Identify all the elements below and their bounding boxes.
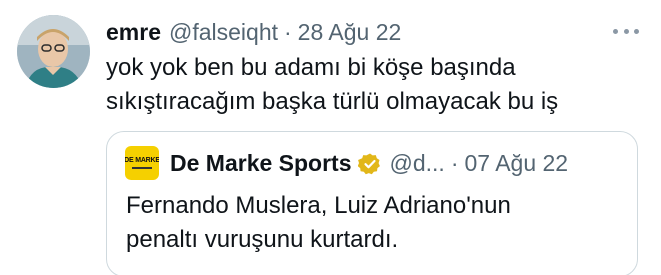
more-horizontal-icon[interactable]	[613, 26, 639, 36]
tweet-card[interactable]: emre @falseiqht · 28 Ağu 22 yok yok ben …	[0, 0, 661, 275]
user-avatar[interactable]	[17, 15, 90, 88]
separator-dot: ·	[284, 19, 292, 45]
quoted-tweet-text: Fernando Muslera, Luiz Adriano'nun penal…	[126, 189, 626, 257]
quoted-tweet[interactable]: DE MARKE De Marke Sports @d... · 07 Ağu …	[106, 131, 638, 275]
quoted-author-avatar[interactable]: DE MARKE	[125, 146, 159, 180]
quoted-tweet-text-line: penaltı vuruşunu kurtardı.	[126, 226, 399, 253]
quoted-author-handle[interactable]: @d...	[390, 146, 445, 180]
logo-underline	[132, 167, 152, 169]
quoted-tweet-header: DE MARKE De Marke Sports @d... · 07 Ağu …	[125, 146, 568, 180]
separator-dot: ·	[450, 150, 459, 176]
tweet-date[interactable]: 28 Ağu 22	[298, 17, 402, 47]
author-handle[interactable]: @falseiqht	[169, 17, 278, 47]
quoted-author-display-name[interactable]: De Marke Sports	[170, 146, 352, 180]
author-display-name[interactable]: emre	[106, 17, 161, 47]
quoted-tweet-date[interactable]: 07 Ağu 22	[465, 146, 569, 180]
verified-badge-icon	[357, 151, 382, 175]
tweet-header: emre @falseiqht · 28 Ağu 22	[106, 17, 401, 47]
more-dot	[634, 28, 639, 34]
more-dot	[623, 28, 629, 34]
tweet-text-line: yok yok ben bu adamı bi köşe başında	[106, 54, 516, 81]
quoted-tweet-text-line: Fernando Muslera, Luiz Adriano'nun	[126, 192, 511, 219]
tweet-text: yok yok ben bu adamı bi köşe başında sık…	[106, 51, 646, 119]
more-dot	[613, 28, 618, 34]
avatar-image	[17, 15, 90, 88]
tweet-text-line: sıkıştıracağım başka türlü olmayacak bu …	[106, 88, 559, 115]
de-marke-logo: DE MARKE	[125, 157, 159, 164]
